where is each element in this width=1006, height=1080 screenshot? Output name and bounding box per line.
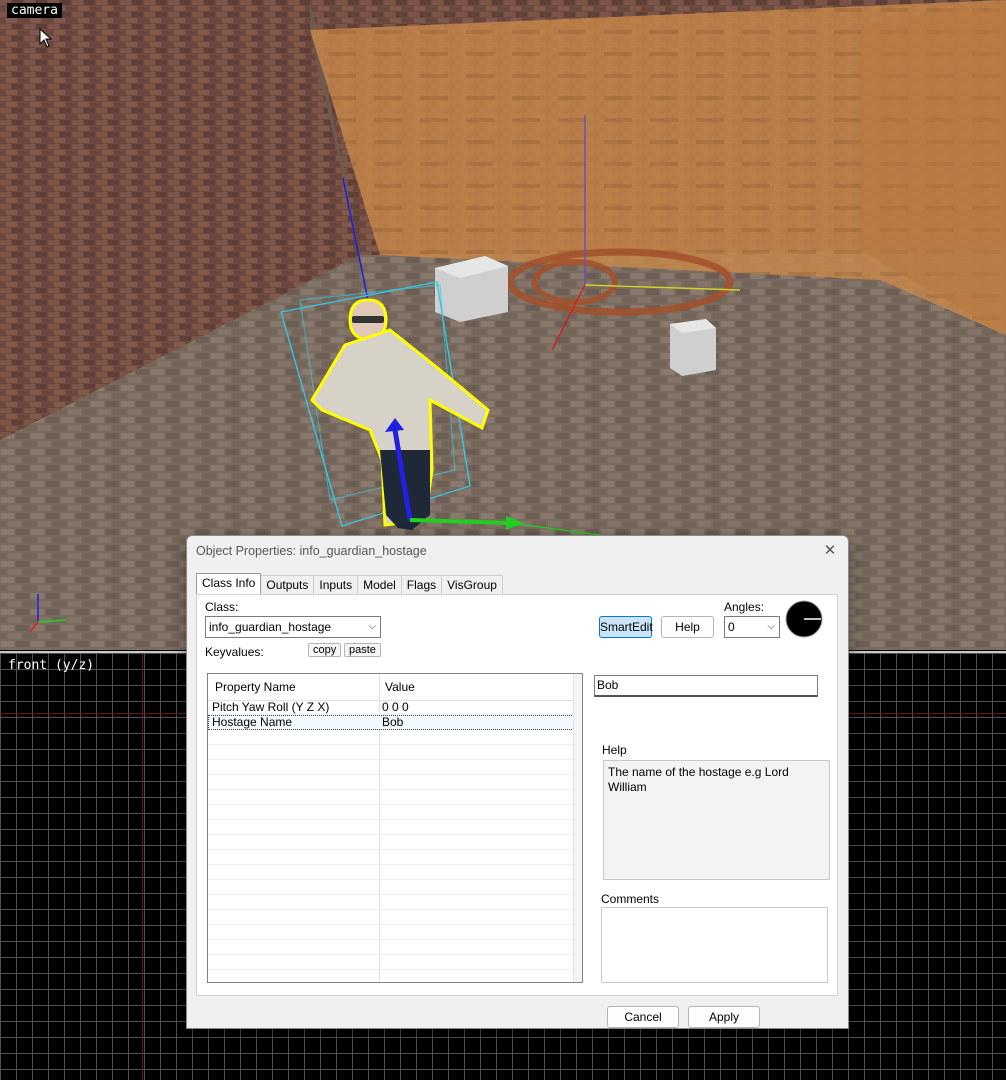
keyvalues-table[interactable]: Property Name Value Pitch Yaw Roll (Y Z … [207,673,583,983]
class-select-value: info_guardian_hostage [209,620,332,634]
column-header-value[interactable]: Value [385,680,415,694]
table-body: Pitch Yaw Roll (Y Z X) 0 0 0 Hostage Nam… [208,700,574,970]
tab-class-info[interactable]: Class Info [196,573,262,594]
tab-bar: Class Info Outputs Inputs Model Flags Vi… [196,573,503,595]
smartedit-button[interactable]: SmartEdit [599,616,653,638]
keyvalues-label: Keyvalues: [205,645,264,659]
angles-select-value: 0 [728,620,735,634]
chevron-down-icon: ⌵ [767,621,775,632]
object-properties-dialog: Object Properties: info_guardian_hostage… [186,535,849,1029]
tab-outputs[interactable]: Outputs [260,575,315,594]
camera-viewport-label: camera [7,3,62,18]
tab-model[interactable]: Model [357,575,402,594]
help-text-box: The name of the hostage e.g Lord William [603,760,830,880]
table-scrollbar[interactable] [573,674,582,982]
dialog-title: Object Properties: info_guardian_hostage [196,544,427,558]
tab-inputs[interactable]: Inputs [313,575,359,594]
table-row-selected[interactable]: Hostage Name Bob [208,715,574,730]
property-name-cell: Pitch Yaw Roll (Y Z X) [212,700,330,714]
table-header: Property Name Value [208,674,574,701]
help-button[interactable]: Help [661,616,714,638]
angles-select[interactable]: 0 ⌵ [724,616,780,638]
help-label: Help [602,743,627,757]
front-viewport-label: front (y/z) [8,658,95,673]
mouse-cursor-icon [39,28,53,48]
tab-flags[interactable]: Flags [400,575,443,594]
angle-dial-icon[interactable] [785,600,823,638]
table-row[interactable]: Pitch Yaw Roll (Y Z X) 0 0 0 [208,700,574,715]
angles-label: Angles: [724,600,765,614]
class-label: Class: [205,600,239,614]
class-select[interactable]: info_guardian_hostage ⌵ [205,616,381,638]
comments-textarea[interactable] [601,907,828,983]
property-value-cell: 0 0 0 [382,700,409,714]
apply-button[interactable]: Apply [688,1006,760,1028]
close-icon[interactable]: ✕ [818,540,842,562]
chevron-down-icon: ⌵ [368,621,376,632]
column-header-property[interactable]: Property Name [215,680,296,694]
property-value-cell: Bob [382,715,404,729]
property-name-cell: Hostage Name [212,715,293,729]
cancel-button[interactable]: Cancel [607,1006,679,1028]
value-input[interactable]: Bob [594,675,818,697]
paste-button[interactable]: paste [344,643,381,657]
comments-label: Comments [601,892,660,906]
copy-button[interactable]: copy [308,643,342,657]
tab-visgroup[interactable]: VisGroup [441,575,503,594]
